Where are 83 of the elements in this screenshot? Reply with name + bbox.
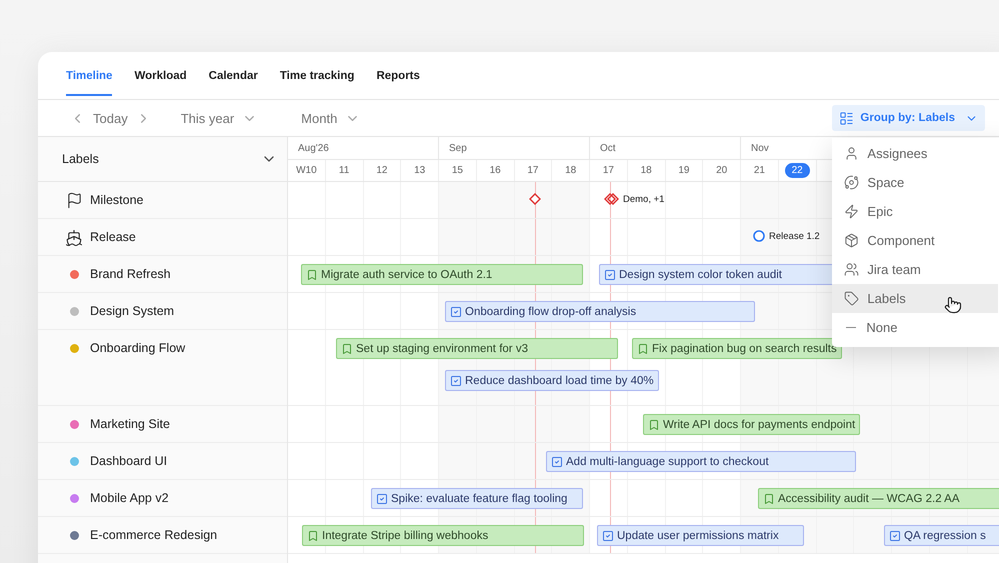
day-label: W10 xyxy=(296,165,317,176)
checkbox-icon xyxy=(376,492,388,504)
checkbox-icon xyxy=(551,456,563,468)
checkbox-icon xyxy=(450,306,462,318)
day-label: 13 xyxy=(414,165,426,176)
tab[interactable]: Calendar xyxy=(208,56,258,96)
row-label: Onboarding Flow xyxy=(90,340,186,357)
row-label: Release xyxy=(90,229,136,246)
people-icon xyxy=(844,262,860,277)
tab[interactable]: Reports xyxy=(376,56,420,96)
day-label: 16 xyxy=(490,165,501,176)
task-bar[interactable]: QA regression s xyxy=(884,525,999,546)
story-bar[interactable]: Write API docs for payments endpoint xyxy=(643,414,860,435)
bolt-icon xyxy=(844,204,860,219)
menu-item[interactable]: Space xyxy=(832,168,998,197)
menu-item[interactable]: Labels xyxy=(832,284,998,313)
row-label: E-commerce Redesign xyxy=(90,527,218,544)
day-label: 21 xyxy=(754,165,765,176)
checkbox-icon xyxy=(450,374,462,386)
row-label: Dashboard UI xyxy=(90,453,168,470)
tab[interactable]: Time tracking xyxy=(280,56,354,96)
row-label: Milestone xyxy=(90,192,144,209)
bookmark-icon xyxy=(341,342,353,354)
day-label: 17 xyxy=(527,165,538,176)
task-bar[interactable]: Spike: evaluate feature flag tooling xyxy=(371,488,583,509)
day-label: 19 xyxy=(678,165,690,176)
checkbox-icon xyxy=(889,530,901,542)
group-by-button[interactable]: Group by: Labels xyxy=(832,105,985,131)
menu-item[interactable]: Assignees xyxy=(832,139,998,168)
row-label: Mobile App v2 xyxy=(90,490,169,507)
dash-icon xyxy=(846,326,856,328)
double-diamond-icon[interactable] xyxy=(604,193,619,205)
box-icon xyxy=(844,233,860,248)
hand-cursor-icon xyxy=(944,296,962,314)
story-bar[interactable]: Accessibility audit — WCAG 2.2 AA xyxy=(758,488,999,509)
list-icon xyxy=(839,110,854,126)
day-label: 20 xyxy=(716,165,728,176)
menu-item[interactable]: Epic xyxy=(832,197,998,226)
today-badge: 22 xyxy=(784,163,810,178)
day-label: 18 xyxy=(565,165,576,176)
story-bar[interactable]: Fix pagination bug on search results xyxy=(632,338,842,359)
milestone-label: Demo, +1 xyxy=(623,194,664,204)
task-bar[interactable]: Reduce dashboard load time by 40% xyxy=(445,370,659,391)
bookmark-icon xyxy=(648,418,660,430)
bookmark-icon xyxy=(307,530,319,542)
story-bar[interactable]: Migrate auth service to OAuth 2.1 xyxy=(301,264,583,285)
story-bar[interactable]: Integrate Stripe billing webhooks xyxy=(302,525,584,546)
month-label: Nov xyxy=(751,142,769,154)
diamond-icon[interactable] xyxy=(529,193,541,205)
month-label: Aug'26 xyxy=(298,142,329,154)
day-label: 12 xyxy=(376,165,388,176)
day-label: 15 xyxy=(452,165,463,176)
row-label: Marketing Site xyxy=(90,416,170,433)
release-label: Release 1.2 xyxy=(769,230,820,242)
ship-icon xyxy=(65,228,83,246)
planet-icon xyxy=(844,175,860,190)
menu-item[interactable]: Component xyxy=(832,226,998,255)
tag-icon xyxy=(844,291,860,306)
bookmark-icon xyxy=(637,342,649,354)
task-bar[interactable]: Onboarding flow drop-off analysis xyxy=(445,301,755,322)
story-bar[interactable]: Set up staging environment for v3 xyxy=(336,338,618,359)
task-bar[interactable]: Add multi-language support to checkout xyxy=(546,451,856,472)
range-dropdown[interactable]: This year xyxy=(180,110,234,126)
bookmark-icon xyxy=(763,492,775,504)
scale-dropdown[interactable]: Month xyxy=(301,110,338,126)
user-icon xyxy=(844,146,860,161)
bookmark-icon xyxy=(306,268,318,280)
today-button[interactable]: Today xyxy=(93,110,128,126)
day-label: 11 xyxy=(338,165,350,176)
month-label: Oct xyxy=(600,142,616,154)
flag-icon xyxy=(66,192,82,209)
row-label: Brand Refresh xyxy=(90,266,171,283)
column-header: Labels xyxy=(62,152,99,166)
task-bar[interactable]: Update user permissions matrix xyxy=(597,525,804,546)
tab[interactable]: Workload xyxy=(134,56,187,96)
tab[interactable]: Timeline xyxy=(66,56,112,96)
checkbox-icon xyxy=(602,530,614,542)
day-label: 18 xyxy=(640,165,652,176)
release-circle-icon[interactable] xyxy=(753,230,765,242)
month-label: Sep xyxy=(449,142,467,154)
row-label: Design System xyxy=(90,303,174,320)
day-label: 17 xyxy=(602,165,614,176)
checkbox-icon xyxy=(604,268,616,280)
